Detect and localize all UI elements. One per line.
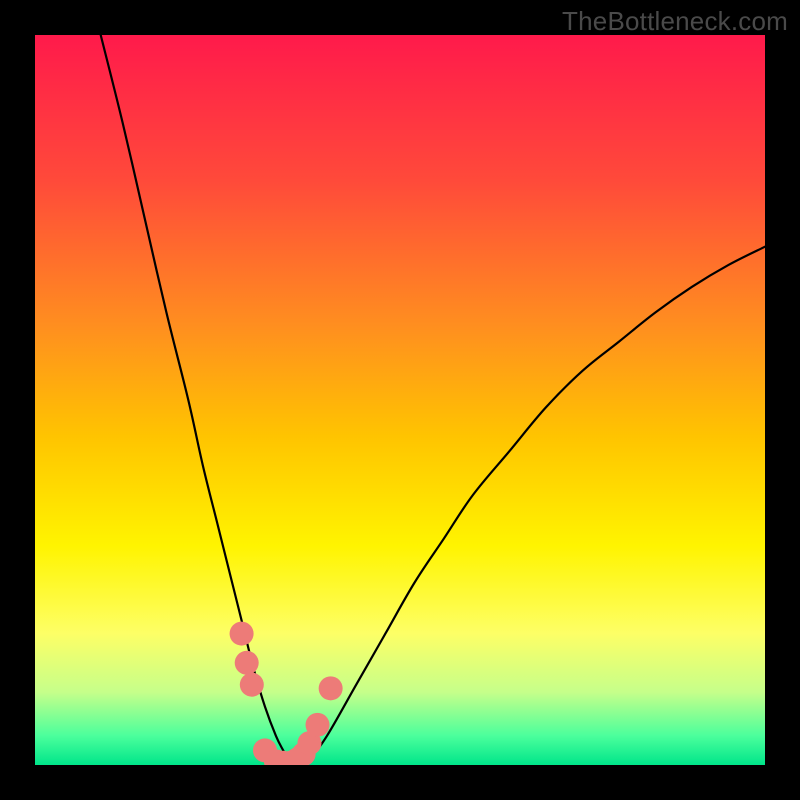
highlight-dots: [230, 622, 343, 765]
plot-area: [35, 35, 765, 765]
bottleneck-curve: [101, 35, 765, 764]
chart-svg: [35, 35, 765, 765]
outer-frame: TheBottleneck.com: [0, 0, 800, 800]
watermark-text: TheBottleneck.com: [562, 6, 788, 37]
highlight-dot: [240, 673, 264, 697]
highlight-dot: [230, 622, 254, 646]
highlight-dot: [235, 651, 259, 675]
highlight-dot: [319, 676, 343, 700]
highlight-dot: [306, 713, 330, 737]
